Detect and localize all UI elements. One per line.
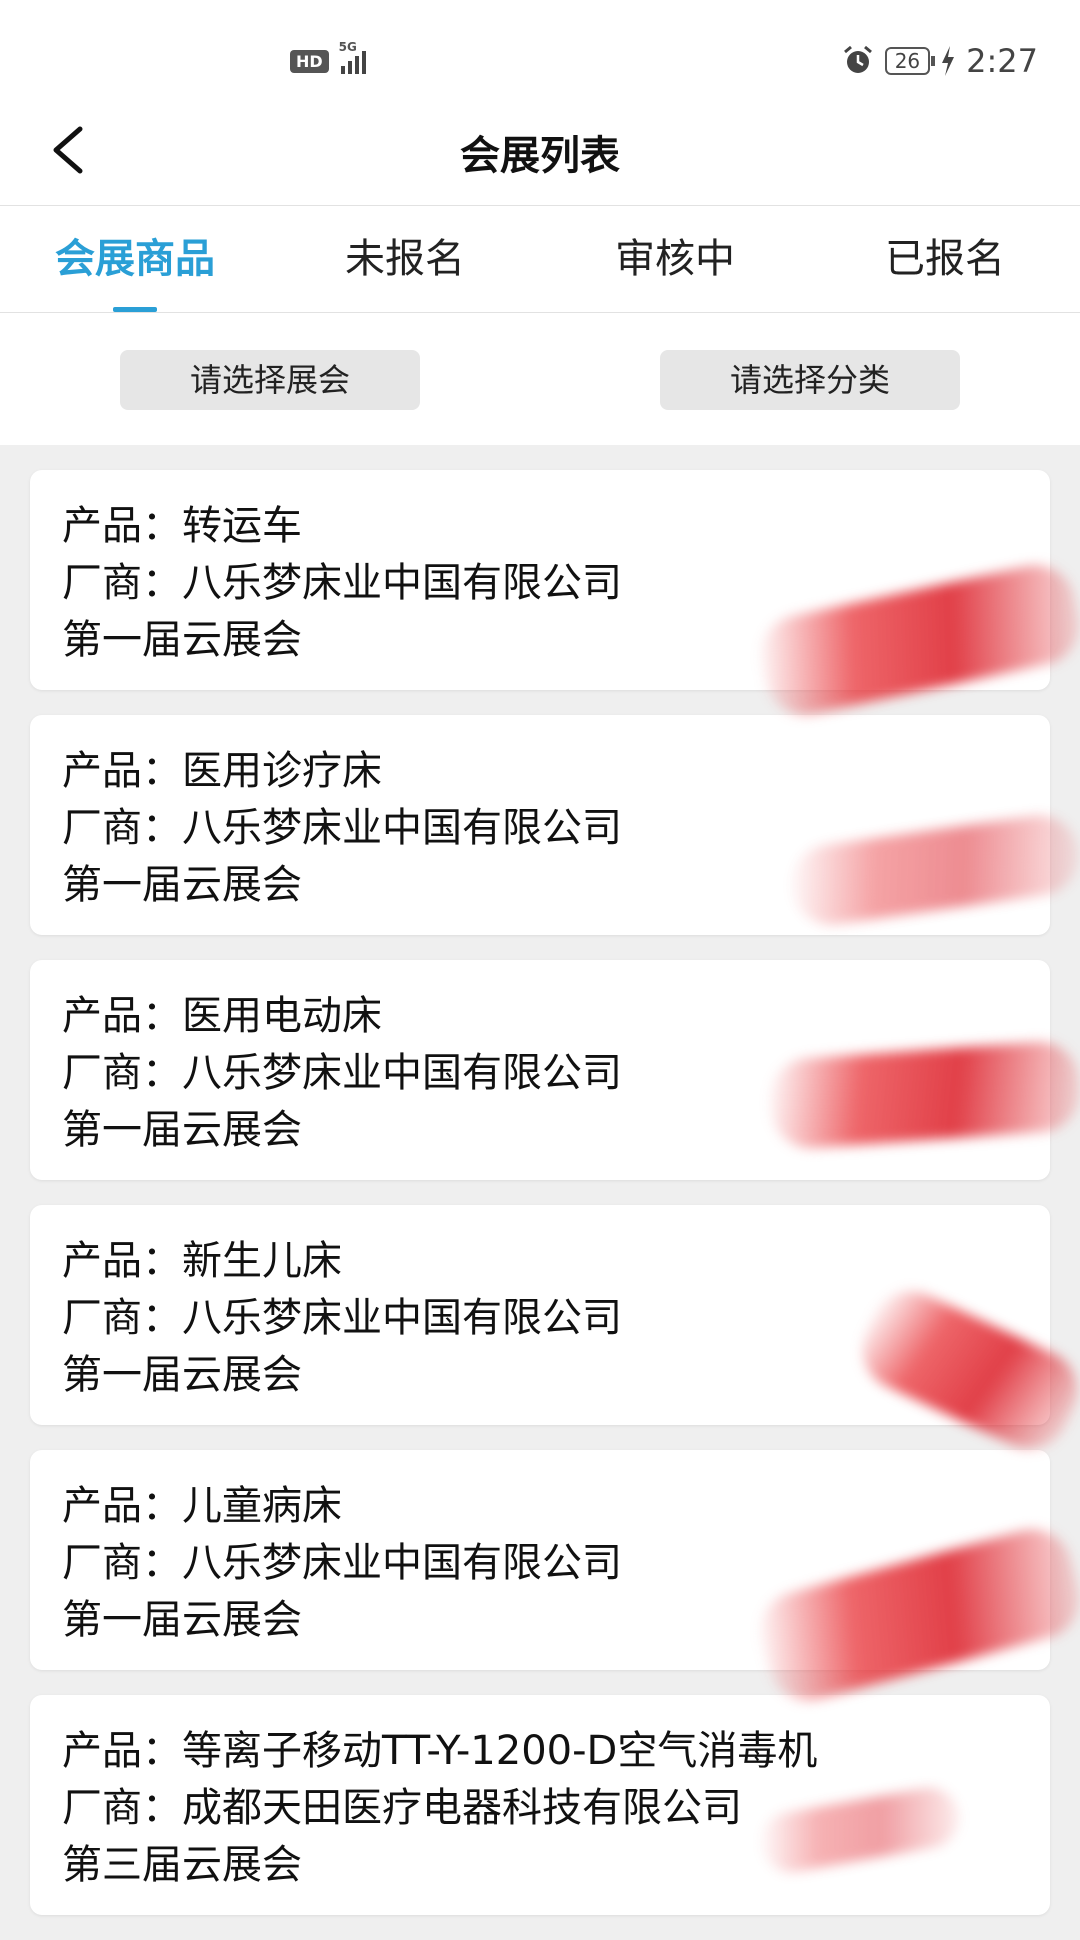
product-name: 医用电动床 <box>182 993 382 1039</box>
status-left: HD 5G <box>290 40 366 74</box>
product-line: 产品：儿童病床 <box>62 1478 1018 1535</box>
product-name: 医用诊疗床 <box>182 748 382 794</box>
tab-under-review[interactable]: 审核中 <box>540 206 810 312</box>
list-item[interactable]: 产品：新生儿床 厂商：八乐梦床业中国有限公司 第一届云展会 <box>30 1205 1050 1425</box>
manufacturer-line: 厂商：八乐梦床业中国有限公司 <box>62 555 1018 612</box>
product-label: 产品： <box>62 1238 182 1284</box>
product-line: 产品：医用电动床 <box>62 988 1018 1045</box>
manufacturer-line: 厂商：八乐梦床业中国有限公司 <box>62 800 1018 857</box>
alarm-icon <box>843 45 872 73</box>
product-list: 产品：转运车 厂商：八乐梦床业中国有限公司 第一届云展会 产品：医用诊疗床 厂商… <box>30 470 1050 1940</box>
manufacturer-name: 八乐梦床业中国有限公司 <box>182 1540 622 1586</box>
expo-name: 第一届云展会 <box>62 1107 302 1153</box>
tab-not-registered[interactable]: 未报名 <box>270 206 540 312</box>
filter-bar: 请选择展会 请选择分类 <box>0 313 1080 445</box>
manufacturer-line: 厂商：八乐梦床业中国有限公司 <box>62 1045 1018 1102</box>
tab-label: 审核中 <box>615 236 735 282</box>
tab-registered[interactable]: 已报名 <box>810 206 1080 312</box>
active-tab-indicator <box>113 307 157 312</box>
product-line: 产品：等离子移动TT-Y-1200-D空气消毒机 <box>62 1723 1018 1780</box>
manufacturer-label: 厂商： <box>62 560 182 606</box>
expo-name: 第一届云展会 <box>62 862 302 908</box>
app-header: 会展列表 <box>0 95 1080 206</box>
manufacturer-line: 厂商：成都天田医疗电器科技有限公司 <box>62 1780 1018 1837</box>
battery-icon: 26 <box>884 47 936 75</box>
hd-icon: HD <box>290 49 329 73</box>
signal-icon: 5G <box>339 40 366 74</box>
select-category-button[interactable]: 请选择分类 <box>660 350 960 410</box>
product-label: 产品： <box>62 993 182 1039</box>
product-name: 新生儿床 <box>182 1238 342 1284</box>
tab-label: 已报名 <box>885 236 1005 282</box>
manufacturer-label: 厂商： <box>62 1540 182 1586</box>
expo-name: 第一届云展会 <box>62 617 302 663</box>
tab-label: 会展商品 <box>55 236 215 282</box>
list-item[interactable]: 产品：转运车 厂商：八乐梦床业中国有限公司 第一届云展会 <box>30 470 1050 690</box>
manufacturer-label: 厂商： <box>62 1050 182 1096</box>
list-item[interactable]: 产品：医用电动床 厂商：八乐梦床业中国有限公司 第一届云展会 <box>30 960 1050 1180</box>
product-line: 产品：医用诊疗床 <box>62 743 1018 800</box>
manufacturer-name: 成都天田医疗电器科技有限公司 <box>182 1785 742 1831</box>
expo-name: 第三届云展会 <box>62 1842 302 1888</box>
manufacturer-label: 厂商： <box>62 1295 182 1341</box>
page-title: 会展列表 <box>460 133 620 179</box>
list-item[interactable]: 产品：医用诊疗床 厂商：八乐梦床业中国有限公司 第一届云展会 <box>30 715 1050 935</box>
manufacturer-label: 厂商： <box>62 1785 182 1831</box>
status-right: 26 2:27 <box>841 42 1038 80</box>
manufacturer-name: 八乐梦床业中国有限公司 <box>182 1295 622 1341</box>
product-line: 产品：新生儿床 <box>62 1233 1018 1290</box>
list-item[interactable]: 产品：儿童病床 厂商：八乐梦床业中国有限公司 第一届云展会 <box>30 1450 1050 1670</box>
product-label: 产品： <box>62 1728 182 1774</box>
tab-expo-products[interactable]: 会展商品 <box>0 206 270 312</box>
manufacturer-name: 八乐梦床业中国有限公司 <box>182 805 622 851</box>
product-label: 产品： <box>62 503 182 549</box>
clock: 2:27 <box>966 42 1038 80</box>
manufacturer-line: 厂商：八乐梦床业中国有限公司 <box>62 1535 1018 1592</box>
network-type: 5G <box>338 40 357 54</box>
product-name: 转运车 <box>182 503 302 549</box>
product-name: 儿童病床 <box>182 1483 342 1529</box>
manufacturer-name: 八乐梦床业中国有限公司 <box>182 560 622 606</box>
tab-bar: 会展商品 未报名 审核中 已报名 <box>0 206 1080 313</box>
list-item[interactable]: 产品：等离子移动TT-Y-1200-D空气消毒机 厂商：成都天田医疗电器科技有限… <box>30 1695 1050 1915</box>
manufacturer-label: 厂商： <box>62 805 182 851</box>
expo-name: 第一届云展会 <box>62 1352 302 1398</box>
select-exhibition-button[interactable]: 请选择展会 <box>120 350 420 410</box>
manufacturer-line: 厂商：八乐梦床业中国有限公司 <box>62 1290 1018 1347</box>
product-name: 等离子移动TT-Y-1200-D空气消毒机 <box>182 1728 818 1774</box>
product-label: 产品： <box>62 748 182 794</box>
tab-label: 未报名 <box>345 236 465 282</box>
product-line: 产品：转运车 <box>62 498 1018 555</box>
expo-name: 第一届云展会 <box>62 1597 302 1643</box>
manufacturer-name: 八乐梦床业中国有限公司 <box>182 1050 622 1096</box>
charging-icon <box>942 46 955 76</box>
product-label: 产品： <box>62 1483 182 1529</box>
